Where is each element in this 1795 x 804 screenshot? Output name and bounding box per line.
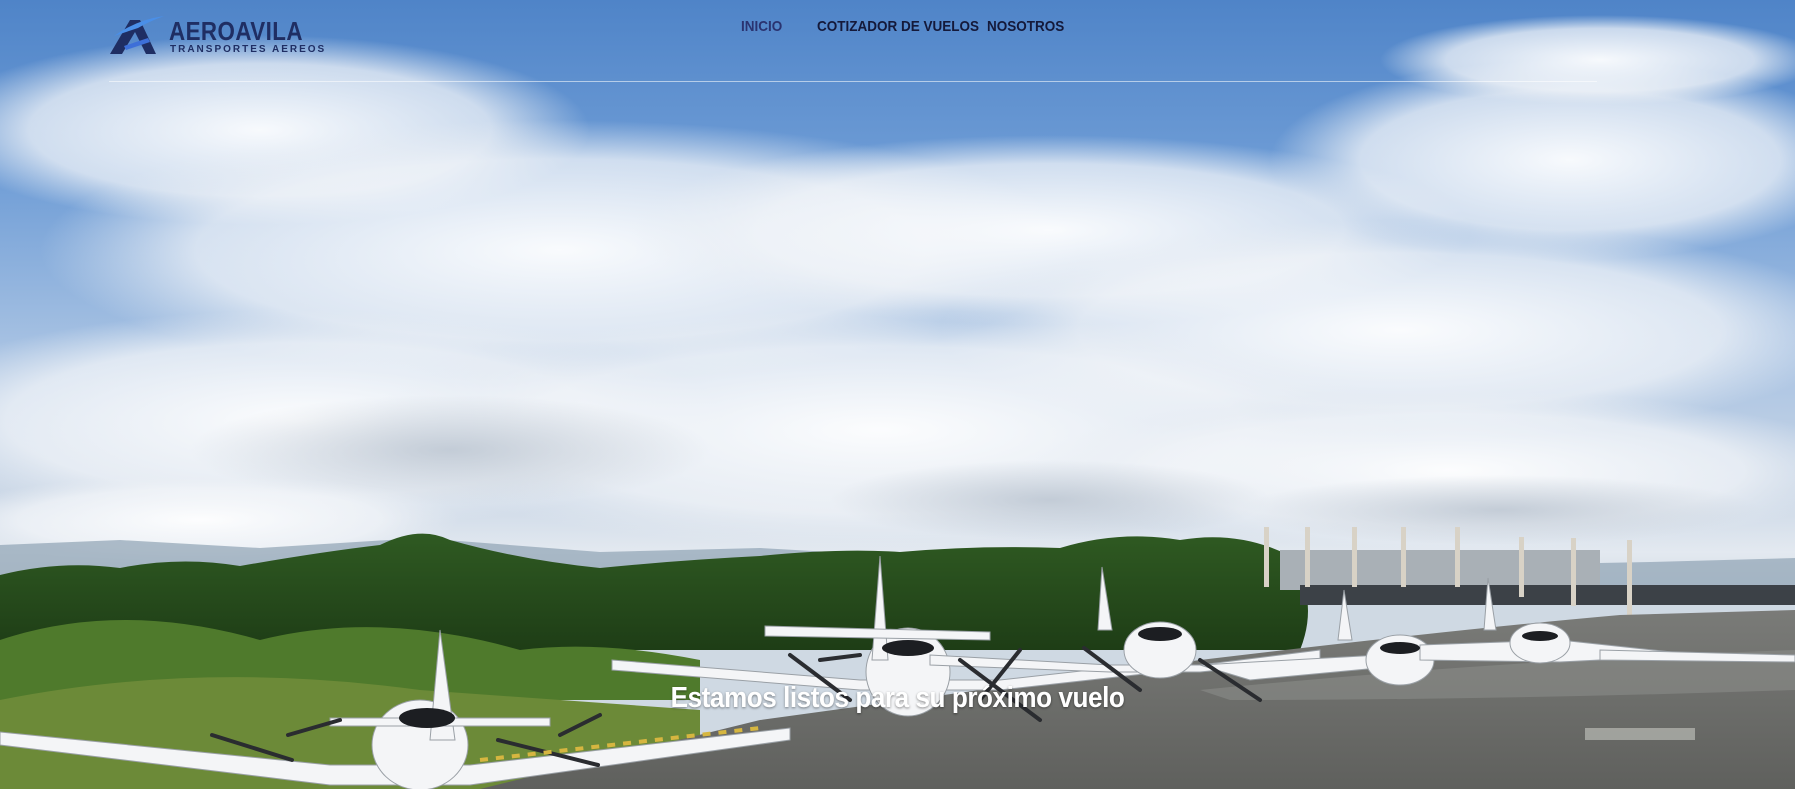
hero-banner: AEROAVILA TRANSPORTES AEREOS INICIO COTI… [0, 0, 1795, 789]
nav-item-nosotros[interactable]: NOSOTROS [987, 18, 1064, 35]
site-header: AEROAVILA TRANSPORTES AEREOS INICIO COTI… [0, 0, 1795, 82]
hero-photo [0, 15, 1795, 789]
hero-headline: Estamos listos para su próximo vuelo [670, 682, 1125, 714]
brand-tagline: TRANSPORTES AEREOS [170, 44, 327, 55]
main-nav: INICIO COTIZADOR DE VUELOS NOSOTROS [0, 18, 1795, 42]
header-divider [109, 81, 1597, 82]
nav-item-cotizador-de-vuelos[interactable]: COTIZADOR DE VUELOS [817, 18, 979, 35]
nav-item-inicio[interactable]: INICIO [741, 18, 782, 35]
